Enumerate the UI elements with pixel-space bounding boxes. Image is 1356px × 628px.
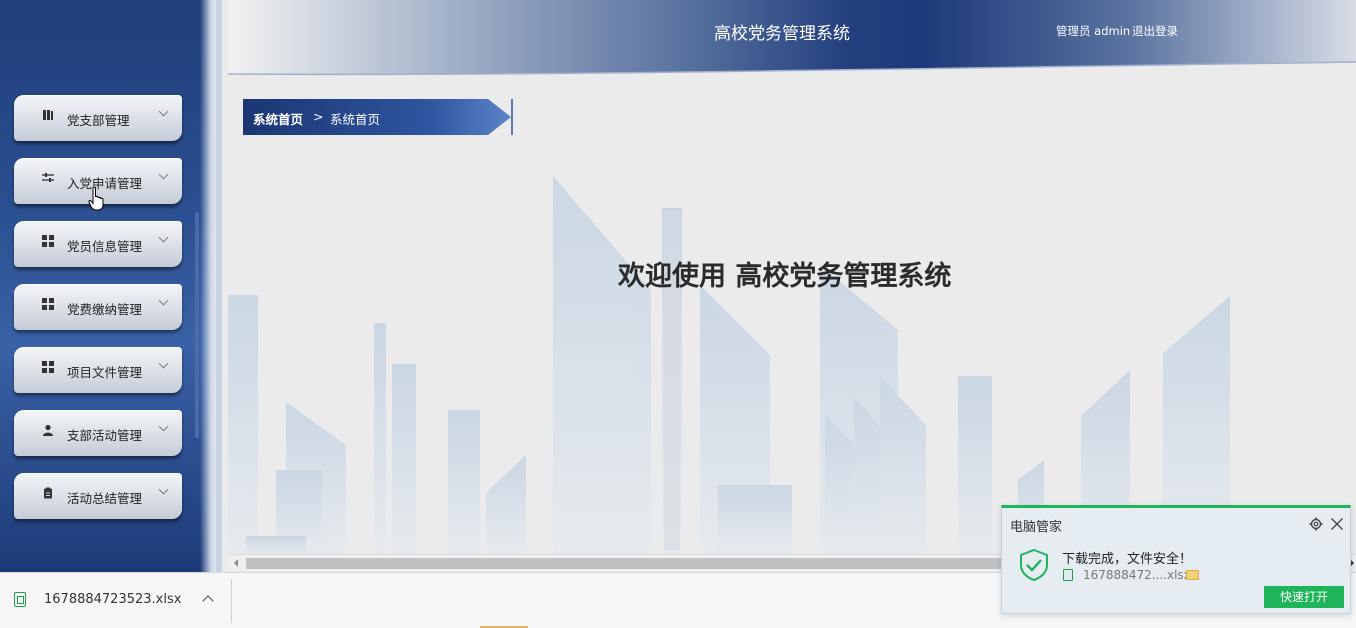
sidebar-item-label: 党费缴纳管理	[67, 302, 143, 317]
sidebar-item-fees[interactable]: 党费缴纳管理	[14, 284, 182, 330]
breadcrumb-home-link[interactable]: 系统首页	[253, 109, 303, 128]
city-skyline-background	[228, 176, 1230, 554]
scrollbar-thumb[interactable]	[246, 558, 1026, 569]
welcome-heading: 欢迎使用 高校党务管理系统	[618, 261, 952, 292]
sidebar-item-files[interactable]: 项目文件管理	[14, 347, 182, 393]
sidebar-item-label: 支部活动管理	[67, 428, 143, 443]
hand-cursor-icon	[88, 186, 104, 211]
divider	[231, 579, 232, 623]
spreadsheet-file-icon	[1063, 569, 1073, 581]
clipboard-icon	[42, 487, 54, 499]
sidebar-item-summary[interactable]: 活动总结管理	[14, 473, 182, 519]
sidebar-item-label: 党支部管理	[67, 113, 130, 128]
user-icon	[42, 424, 54, 436]
logout-link[interactable]: 退出登录	[1132, 23, 1178, 39]
chevron-down-icon	[158, 169, 169, 180]
grid-icon	[42, 361, 54, 373]
app-window: 党支部管理 入党申请管理 党员信息管理 党费缴纳管理 项目文件管理 支部活动管理…	[0, 0, 1356, 628]
sidebar-item-label: 活动总结管理	[67, 491, 143, 506]
sliders-icon	[42, 172, 54, 184]
chevron-down-icon	[158, 106, 169, 117]
chevron-down-icon	[158, 421, 169, 432]
spreadsheet-file-icon	[14, 592, 26, 607]
quick-open-button[interactable]: 快速打开	[1264, 586, 1344, 608]
header-wave	[228, 61, 1356, 78]
grid-icon	[42, 235, 54, 247]
notification-title: 电脑管家	[1010, 520, 1063, 535]
sidebar-item-branch[interactable]: 党支部管理	[14, 95, 182, 141]
page-title: 高校党务管理系统	[714, 24, 850, 44]
sidebar-scrollbar[interactable]	[195, 212, 199, 438]
breadcrumb-separator: >	[313, 109, 324, 124]
breadcrumb: 系统首页 > 系统首页	[243, 99, 513, 135]
chevron-down-icon	[158, 295, 169, 306]
gear-icon[interactable]	[1309, 517, 1323, 531]
sidebar-item-label: 项目文件管理	[67, 365, 143, 380]
sidebar: 党支部管理 入党申请管理 党员信息管理 党费缴纳管理 项目文件管理 支部活动管理…	[0, 0, 222, 572]
chevron-down-icon	[158, 484, 169, 495]
scroll-left-arrow-icon[interactable]	[234, 559, 238, 567]
book-icon	[42, 109, 54, 121]
top-header: 高校党务管理系统 管理员 admin 退出登录	[228, 0, 1356, 78]
sidebar-item-label: 党员信息管理	[67, 239, 143, 254]
notification-file-name: 167888472....xlsx	[1083, 568, 1191, 582]
download-file-name[interactable]: 1678884723523.xlsx	[44, 592, 181, 607]
grid-icon	[42, 298, 54, 310]
current-user: 管理员 admin	[1056, 24, 1131, 38]
close-icon[interactable]	[1330, 517, 1344, 531]
sidebar-item-activities[interactable]: 支部活动管理	[14, 410, 182, 456]
sidebar-item-members[interactable]: 党员信息管理	[14, 221, 182, 267]
breadcrumb-current: 系统首页	[330, 112, 381, 127]
chevron-down-icon	[158, 232, 169, 243]
folder-icon[interactable]	[1186, 570, 1199, 580]
chevron-down-icon	[158, 358, 169, 369]
notification-message: 下载完成，文件安全！	[1062, 552, 1193, 567]
shield-check-icon	[1020, 548, 1048, 582]
download-notification: 电脑管家 下载完成，文件安全！ 167888472....xlsx 快速打开	[1001, 505, 1351, 614]
chevron-up-icon[interactable]	[202, 595, 214, 607]
